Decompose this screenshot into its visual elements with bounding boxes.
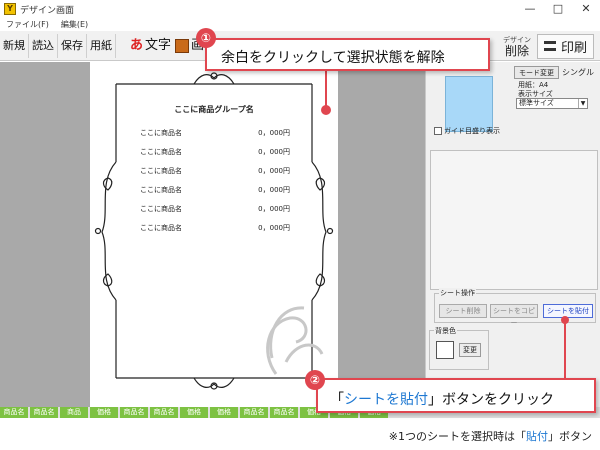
callout-paste-accent: シートを貼付 [344,392,428,408]
step-two-badge: ② [305,370,325,390]
footnote-suffix: 」ボタン [548,430,592,443]
footnote-prefix: ※1つのシートを選択時は「 [388,430,526,443]
callout-deselect: 余白をクリックして選択状態を解除 [205,38,490,71]
step-one-badge: ① [196,28,216,48]
callout-paste-prefix: 「 [330,392,344,408]
footnote: ※1つのシートを選択時は「貼付」ボタン [389,428,592,444]
callout-deselect-text: 余白をクリックして選択状態を解除 [221,50,445,66]
callout-paste-suffix: 」ボタンをクリック [428,392,554,408]
footnote-accent: 貼付 [526,430,548,443]
callout-paste: 「シートを貼付」ボタンをクリック [316,378,596,413]
callout-paste-text: 「シートを貼付」ボタンをクリック [330,389,554,409]
